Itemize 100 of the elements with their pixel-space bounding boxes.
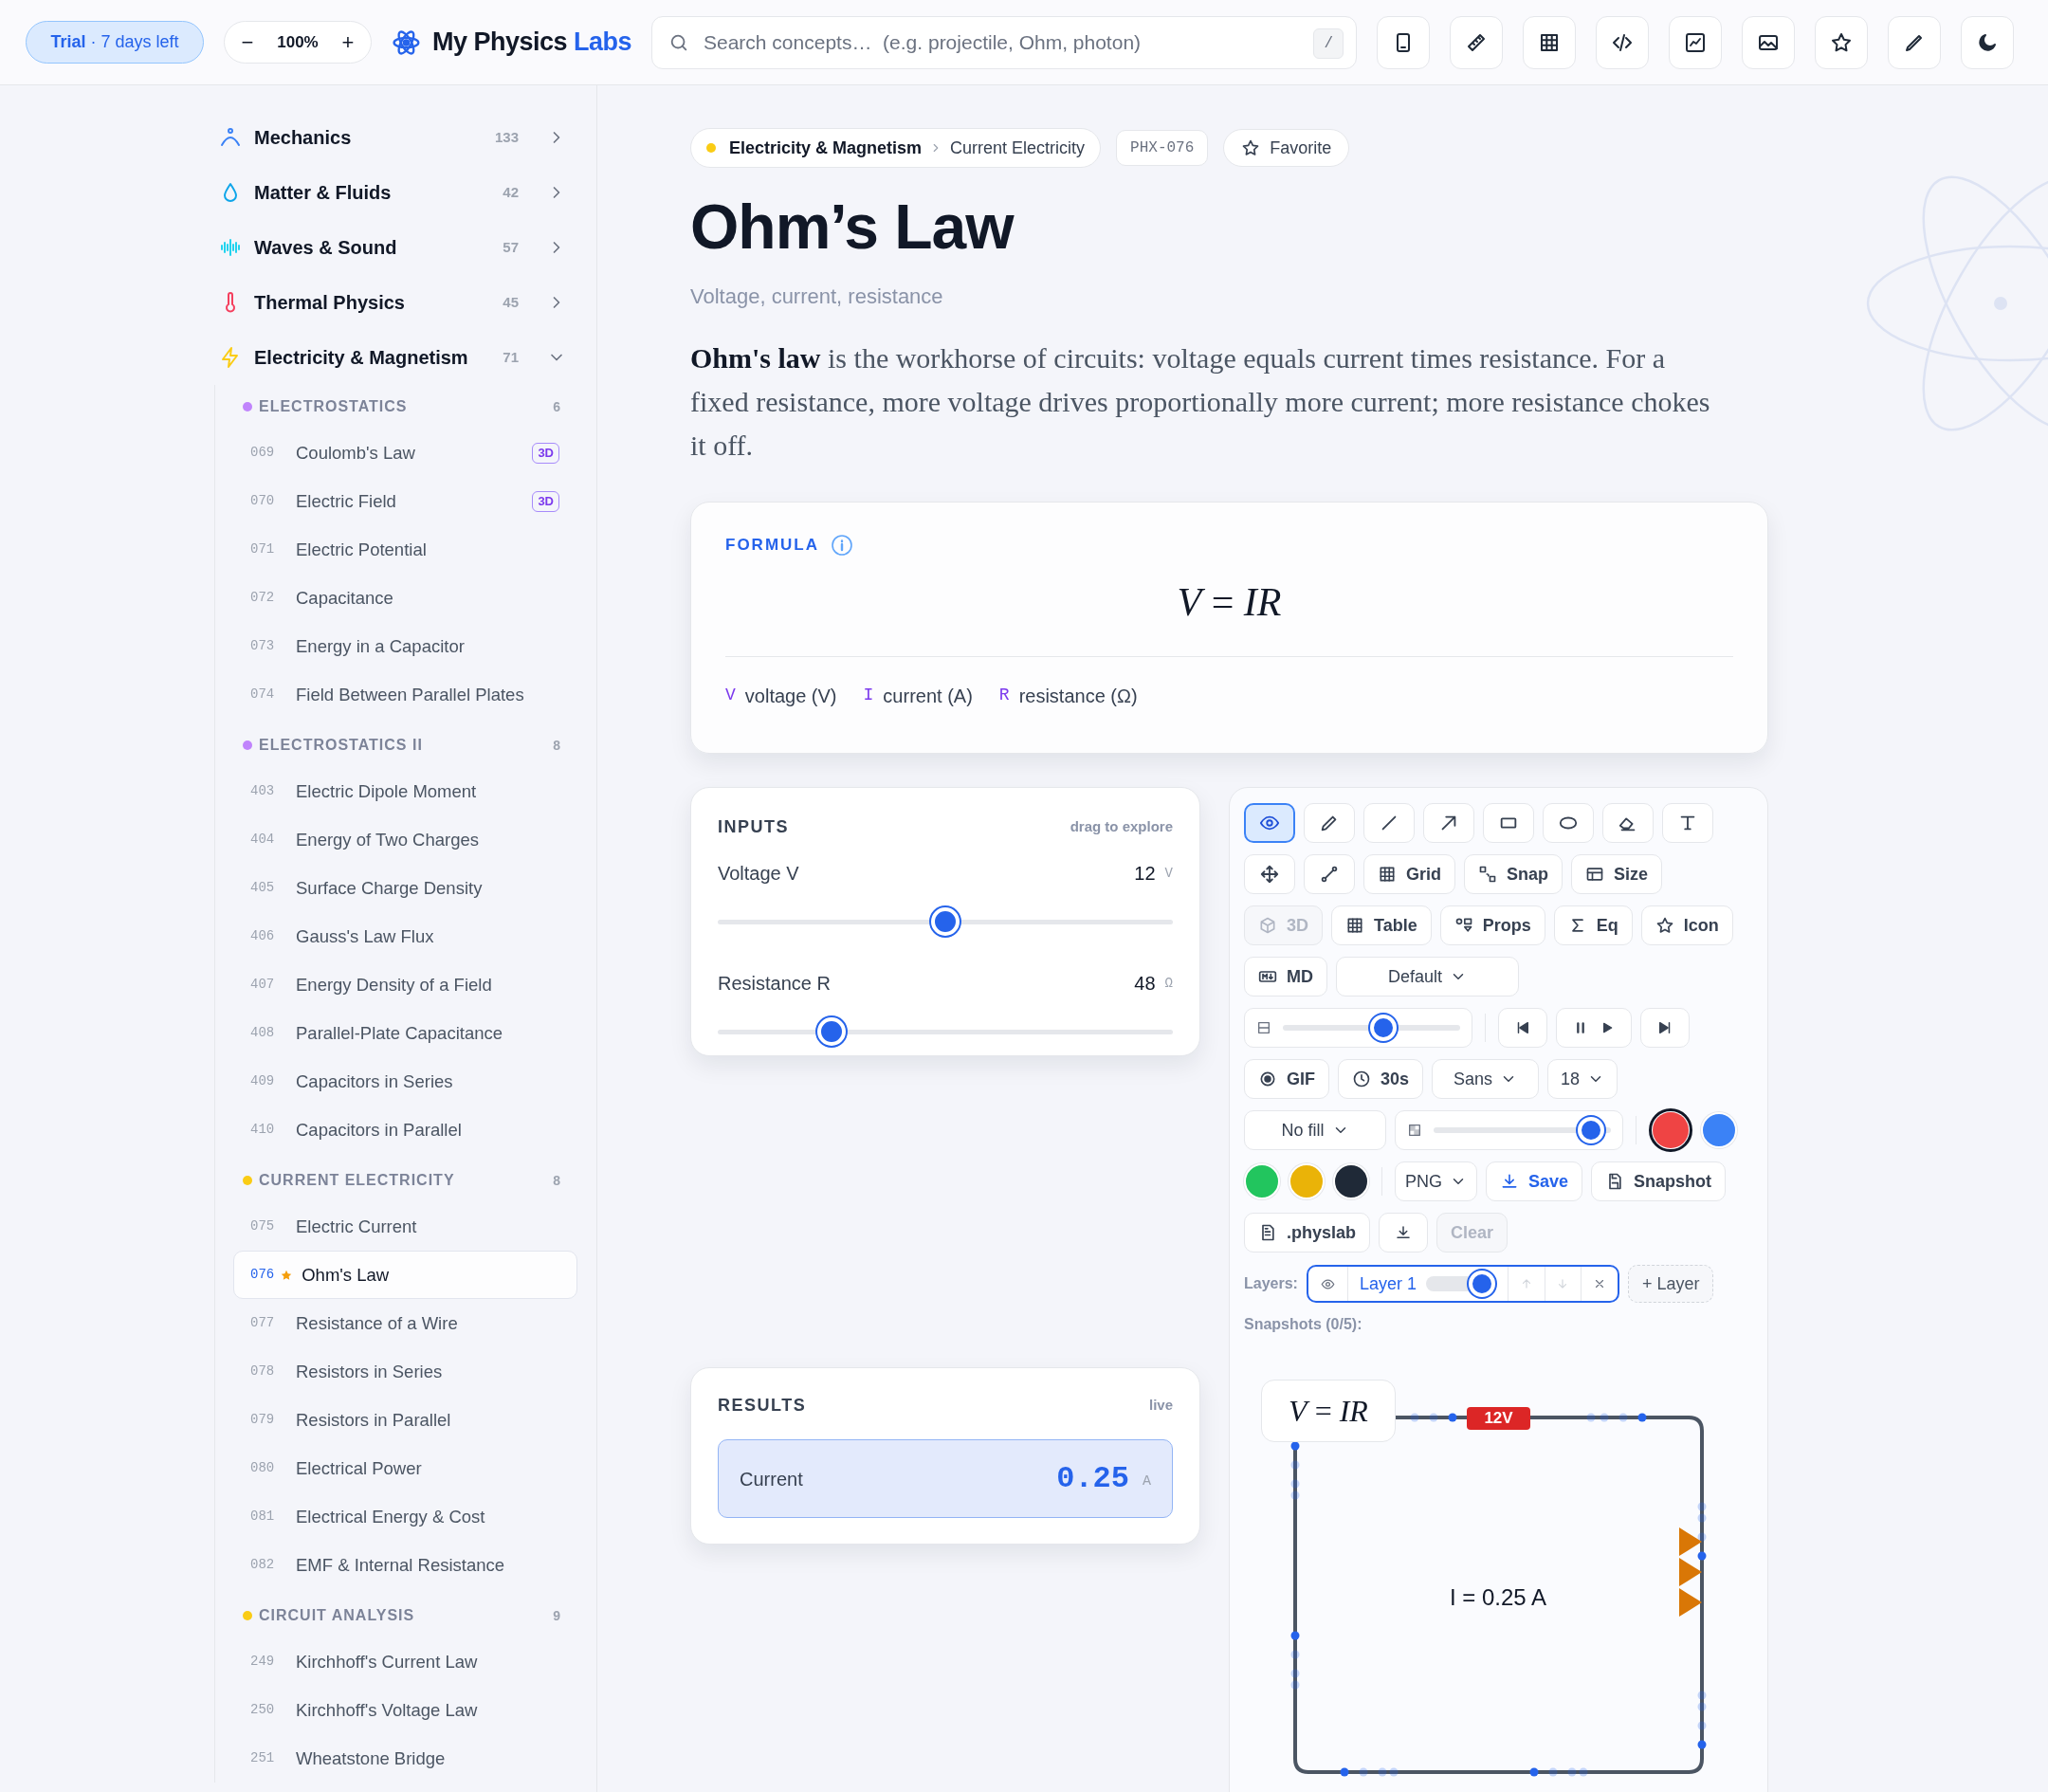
color-swatch[interactable] (1653, 1112, 1689, 1148)
panel-button[interactable]: Table (1331, 905, 1432, 945)
topic-item[interactable]: 076 Ohm's Law (233, 1251, 577, 1299)
value-slider[interactable] (718, 905, 1173, 938)
topic-number: 082 (250, 1556, 276, 1574)
play-pause-button[interactable] (1556, 1008, 1632, 1048)
topic-item[interactable]: 081 Electrical Energy & Cost (233, 1492, 577, 1541)
topic-item[interactable]: 403 Electric Dipole Moment (233, 767, 577, 815)
slider-unit: V (1164, 864, 1173, 883)
toolbar-button[interactable] (1669, 15, 1722, 69)
category-item[interactable]: Thermal Physics 45 (213, 275, 577, 330)
topic-name: Capacitors in Series (296, 1070, 454, 1093)
result-value: 0.25 (1056, 1459, 1129, 1498)
panel-button[interactable]: Save (1486, 1161, 1583, 1201)
icon-button[interactable] (1498, 1008, 1547, 1048)
dropdown[interactable]: PNG (1395, 1161, 1477, 1201)
zoom-out-button[interactable]: − (234, 27, 261, 58)
panel-button[interactable]: Snap (1464, 854, 1563, 894)
layer-item[interactable]: Layer 1 (1306, 1265, 1619, 1303)
color-swatch[interactable] (1701, 1112, 1737, 1148)
topic-item[interactable]: 072 Capacitance (233, 574, 577, 622)
panel-button[interactable]: Eq (1553, 905, 1633, 945)
panel-button[interactable]: 30s (1338, 1059, 1424, 1099)
topic-item[interactable]: 074 Field Between Parallel Plates (233, 670, 577, 719)
panel-button[interactable]: .physlab (1244, 1213, 1371, 1253)
toolbar-button[interactable] (1742, 15, 1795, 69)
topic-item[interactable]: 404 Energy of Two Charges (233, 815, 577, 864)
slider-thumb[interactable] (1469, 1271, 1496, 1297)
color-swatch[interactable] (1289, 1163, 1325, 1199)
breadcrumb-link[interactable]: Electricity & Magnetism (729, 135, 923, 161)
panel-button[interactable]: Size (1571, 854, 1663, 894)
toolbar-button[interactable] (1523, 15, 1576, 69)
dropdown[interactable]: No fill (1244, 1110, 1386, 1150)
topic-item[interactable]: 407 Energy Density of a Field (233, 960, 577, 1009)
category-name: Electricity & Magnetism (254, 346, 469, 370)
topic-number: 073 (250, 637, 276, 655)
topic-item[interactable]: 069 Coulomb's Law 3D (233, 429, 577, 477)
color-swatch[interactable] (1333, 1163, 1369, 1199)
icon-button[interactable] (1640, 1008, 1690, 1048)
category-count: 133 (494, 127, 519, 147)
breadcrumb-link[interactable]: Current Electricity (950, 135, 1086, 161)
toolbar-button[interactable] (1961, 15, 2014, 69)
panel-button[interactable]: GIF (1244, 1059, 1329, 1099)
slider[interactable] (1283, 1012, 1460, 1044)
topic-item[interactable]: 406 Gauss's Law Flux (233, 912, 577, 960)
panel-button[interactable]: Icon (1640, 905, 1733, 945)
topic-item[interactable]: 071 Electric Potential (233, 525, 577, 574)
category-name: Matter & Fluids (254, 181, 393, 205)
add-layer-button[interactable]: + Layer (1627, 1265, 1714, 1303)
slider-thumb[interactable] (1369, 1015, 1397, 1041)
topic-item[interactable]: 251 Wheatstone Bridge (233, 1734, 577, 1783)
toolbar-button[interactable] (1377, 15, 1430, 69)
panel-button[interactable]: Grid (1363, 854, 1455, 894)
topic-item[interactable]: 408 Parallel-Plate Capacitance (233, 1009, 577, 1057)
topic-item[interactable]: 073 Energy in a Capacitor (233, 622, 577, 670)
download-icon (1500, 1172, 1519, 1191)
topic-item[interactable]: 077 Resistance of a Wire (233, 1299, 577, 1347)
slider[interactable] (1434, 1114, 1611, 1146)
topic-item[interactable]: 080 Electrical Power (233, 1444, 577, 1492)
color-swatch[interactable] (1244, 1163, 1280, 1199)
topic-item[interactable]: 079 Resistors in Parallel (233, 1396, 577, 1444)
topic-name: Kirchhoff's Voltage Law (296, 1698, 479, 1722)
topic-name: Electric Potential (296, 538, 428, 561)
panel-button[interactable]: MD (1244, 957, 1327, 997)
zoom-in-button[interactable]: + (335, 27, 361, 58)
topic-item[interactable]: 409 Capacitors in Series (233, 1057, 577, 1106)
topic-item[interactable]: 075 Electric Current (233, 1202, 577, 1251)
panel-button[interactable]: Props (1439, 905, 1545, 945)
dropdown[interactable]: Sans (1432, 1059, 1540, 1099)
toolbar-button[interactable] (1596, 15, 1649, 69)
category-item[interactable]: Electricity & Magnetism 71 (213, 330, 577, 385)
toolbar-button[interactable] (1450, 15, 1503, 69)
category-item[interactable]: Mechanics 133 (213, 110, 577, 165)
topic-item[interactable]: 070 Electric Field 3D (233, 477, 577, 525)
dropdown[interactable]: Default (1336, 957, 1519, 997)
layer-opacity-slider[interactable] (1425, 1269, 1496, 1299)
category-item[interactable]: Waves & Sound 57 (213, 220, 577, 275)
topic-item[interactable]: 249 Kirchhoff's Current Law (233, 1637, 577, 1686)
topic-item[interactable]: 405 Surface Charge Density (233, 864, 577, 912)
topic-item[interactable]: 082 EMF & Internal Resistance (233, 1541, 577, 1589)
category-count: 42 (503, 182, 519, 202)
dropdown[interactable]: 18 (1547, 1059, 1618, 1099)
topic-item[interactable]: 410 Capacitors in Parallel (233, 1106, 577, 1154)
3d-badge: 3D (532, 442, 559, 464)
topic-name: EMF & Internal Resistance (296, 1553, 506, 1577)
favorite-button[interactable]: Favorite (1223, 129, 1350, 167)
group-count: 9 (553, 1606, 560, 1625)
topic-item[interactable]: 078 Resistors in Series (233, 1347, 577, 1396)
tool-button[interactable] (1244, 803, 1295, 843)
panel-button[interactable]: Snapshot (1591, 1161, 1727, 1201)
slider-thumb[interactable] (1578, 1117, 1605, 1143)
group-title: ELECTROSTATICS (259, 397, 409, 416)
toolbar-button[interactable] (1888, 15, 1941, 69)
category-item[interactable]: Matter & Fluids 42 (213, 165, 577, 220)
trial-badge[interactable]: Trial · 7 days left (26, 21, 204, 64)
toolbar-button[interactable] (1815, 15, 1868, 69)
slider-thumb[interactable] (817, 1017, 846, 1046)
value-slider[interactable] (718, 1015, 1173, 1048)
slider-thumb[interactable] (931, 907, 960, 936)
topic-item[interactable]: 250 Kirchhoff's Voltage Law (233, 1686, 577, 1734)
